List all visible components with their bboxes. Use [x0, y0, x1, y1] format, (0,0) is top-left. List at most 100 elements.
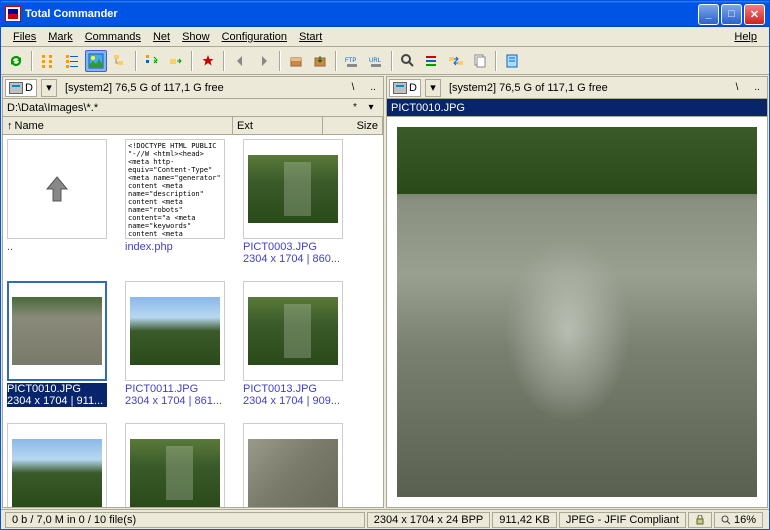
- thumbnail-box: [7, 281, 107, 381]
- right-drivebar: D ▾ [system2] 76,5 G of 117,1 G free \ .…: [387, 77, 767, 99]
- statusbar: 0 b / 7,0 M in 0 / 10 file(s) 2304 x 170…: [1, 509, 769, 529]
- maximize-button[interactable]: □: [721, 4, 742, 25]
- back-icon[interactable]: [229, 50, 251, 72]
- thumbnail-box: [243, 139, 343, 239]
- search-icon[interactable]: [397, 50, 419, 72]
- view-brief-icon[interactable]: [37, 50, 59, 72]
- left-favorites-button[interactable]: ▾: [363, 100, 379, 116]
- thumbnail-item[interactable]: <!DOCTYPE HTML PUBLIC "-//W <html><head>…: [125, 139, 225, 265]
- drive-icon: [9, 82, 23, 94]
- forward-icon[interactable]: [253, 50, 275, 72]
- menu-net[interactable]: Net: [147, 29, 176, 45]
- lock-icon: [695, 515, 705, 525]
- left-root-button[interactable]: \: [345, 80, 361, 96]
- thumbnail-box: [125, 423, 225, 507]
- left-path: D:\Data\Images\*.*: [7, 102, 347, 114]
- thumbnail-box: [7, 139, 107, 239]
- menu-files[interactable]: Files: [7, 29, 42, 45]
- thumbnail-item[interactable]: [7, 423, 107, 507]
- thumbnail-image: [248, 439, 338, 507]
- menu-help[interactable]: Help: [728, 29, 763, 45]
- preview-area[interactable]: [387, 117, 767, 507]
- thumbnail-item[interactable]: PICT0013.JPG2304 x 1704 | 909...: [243, 281, 343, 407]
- left-pathbar[interactable]: D:\Data\Images\*.* * ▾: [3, 99, 383, 117]
- thumbnail-name: PICT0011.JPG: [125, 383, 225, 395]
- left-drivebar: D ▾ [system2] 76,5 G of 117,1 G free \ .…: [3, 77, 383, 99]
- menu-start[interactable]: Start: [293, 29, 328, 45]
- panels: D ▾ [system2] 76,5 G of 117,1 G free \ .…: [1, 75, 769, 509]
- menu-show[interactable]: Show: [176, 29, 216, 45]
- pack-icon[interactable]: [285, 50, 307, 72]
- star-icon[interactable]: [197, 50, 219, 72]
- thumbnail-box: <!DOCTYPE HTML PUBLIC "-//W <html><head>…: [125, 139, 225, 239]
- ftp-icon[interactable]: FTP: [341, 50, 363, 72]
- menu-mark[interactable]: Mark: [42, 29, 78, 45]
- code-preview: <!DOCTYPE HTML PUBLIC "-//W <html><head>…: [126, 140, 224, 238]
- left-column-header: ↑Name Ext Size: [3, 117, 383, 135]
- left-drive-dropdown[interactable]: ▾: [41, 79, 57, 97]
- left-panel: D ▾ [system2] 76,5 G of 117,1 G free \ .…: [2, 76, 384, 508]
- thumbnail-item[interactable]: PICT0011.JPG2304 x 1704 | 861...: [125, 281, 225, 407]
- goto-icon[interactable]: [165, 50, 187, 72]
- thumbnail-item[interactable]: PICT0010.JPG2304 x 1704 | 911...: [7, 281, 107, 407]
- right-root-button[interactable]: \: [729, 80, 745, 96]
- url-icon[interactable]: URL: [365, 50, 387, 72]
- thumbnail-name: PICT0010.JPG: [7, 383, 107, 395]
- thumbnail-image: [248, 155, 338, 223]
- thumbnail-name: ..: [7, 241, 107, 253]
- thumbnail-item[interactable]: PICT0003.JPG2304 x 1704 | 860...: [243, 139, 343, 265]
- drive-icon: [393, 82, 407, 94]
- status-zoom[interactable]: 16%: [714, 512, 763, 528]
- left-up-button[interactable]: ..: [365, 80, 381, 96]
- thumbnail-image: [130, 297, 220, 365]
- titlebar[interactable]: Total Commander _ □ ✕: [1, 1, 769, 27]
- col-size[interactable]: Size: [323, 117, 383, 134]
- right-drive-button[interactable]: D: [389, 79, 421, 97]
- left-drive-button[interactable]: D: [5, 79, 37, 97]
- thumbnail-info: 2304 x 1704 | 861...: [125, 395, 225, 407]
- minimize-button[interactable]: _: [698, 4, 719, 25]
- thumbnail-info: 2304 x 1704 | 909...: [243, 395, 343, 407]
- zoom-icon: [721, 515, 731, 525]
- copy-names-icon[interactable]: [469, 50, 491, 72]
- right-path: PICT0010.JPG: [391, 102, 763, 114]
- svg-text:URL: URL: [369, 58, 382, 64]
- thumbnail-info: 2304 x 1704 | 860...: [243, 253, 343, 265]
- menu-commands[interactable]: Commands: [79, 29, 147, 45]
- thumbnail-box: [243, 281, 343, 381]
- thumbnail-image: [12, 439, 102, 507]
- thumbnail-item[interactable]: ..: [7, 139, 107, 265]
- sync-icon[interactable]: [445, 50, 467, 72]
- status-filesize: 911,42 KB: [492, 512, 557, 528]
- thumbnail-item[interactable]: [125, 423, 225, 507]
- status-lock[interactable]: [688, 512, 712, 528]
- status-format: JPEG - JFIF Compliant: [559, 512, 686, 528]
- col-name[interactable]: ↑Name: [3, 117, 233, 134]
- invert-selection-icon[interactable]: [141, 50, 163, 72]
- menubar: Files Mark Commands Net Show Configurati…: [1, 27, 769, 47]
- close-button[interactable]: ✕: [744, 4, 765, 25]
- right-free-space: [system2] 76,5 G of 117,1 G free: [445, 82, 725, 94]
- menu-configuration[interactable]: Configuration: [216, 29, 293, 45]
- left-status: 0 b / 7,0 M in 0 / 10 file(s): [5, 512, 365, 528]
- view-full-icon[interactable]: [61, 50, 83, 72]
- thumbnail-name: index.php: [125, 241, 225, 253]
- multirename-icon[interactable]: [421, 50, 443, 72]
- refresh-icon[interactable]: [5, 50, 27, 72]
- toolbar: FTP URL: [1, 47, 769, 75]
- unpack-icon[interactable]: [309, 50, 331, 72]
- notepad-icon[interactable]: [501, 50, 523, 72]
- window-title: Total Commander: [25, 8, 698, 20]
- view-thumbs-icon[interactable]: [85, 50, 107, 72]
- thumbnail-item[interactable]: [243, 423, 343, 507]
- svg-text:FTP: FTP: [345, 58, 356, 64]
- left-file-area[interactable]: .. <!DOCTYPE HTML PUBLIC "-//W <html><hea…: [3, 135, 383, 507]
- left-history-button[interactable]: *: [347, 100, 363, 116]
- col-ext[interactable]: Ext: [233, 117, 323, 134]
- view-tree-icon[interactable]: [109, 50, 131, 72]
- right-drive-dropdown[interactable]: ▾: [425, 79, 441, 97]
- app-icon: [5, 6, 21, 22]
- right-up-button[interactable]: ..: [749, 80, 765, 96]
- thumbnail-name: PICT0003.JPG: [243, 241, 343, 253]
- right-pathbar[interactable]: PICT0010.JPG: [387, 99, 767, 117]
